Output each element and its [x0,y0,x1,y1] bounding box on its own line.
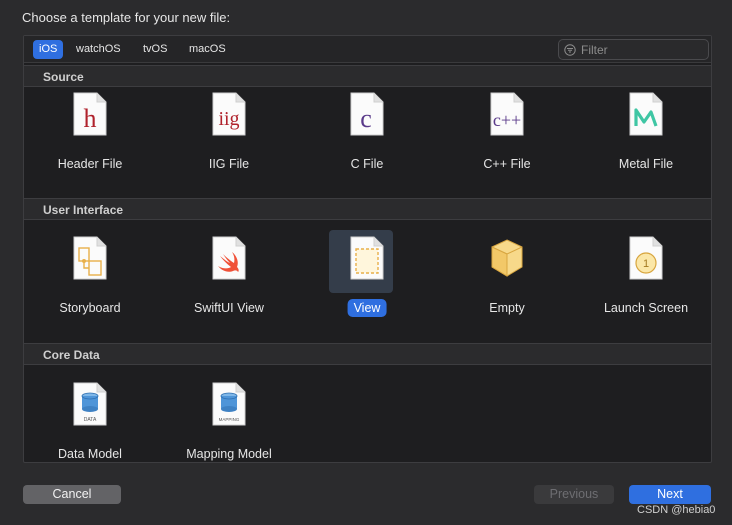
xib-view-icon [350,236,384,280]
template-label: Mapping Model [186,447,272,461]
dialog-title: Choose a template for your new file: [22,10,231,25]
header-file-icon: h [73,92,107,136]
cancel-button[interactable]: Cancel [23,485,121,504]
template-label: Header File [57,157,123,171]
storyboard-icon [73,236,107,280]
template-storyboard[interactable]: Storyboard [25,236,155,351]
template-mapping-model[interactable]: MAPPING Mapping Model [164,382,294,462]
template-data-model[interactable]: DATA Data Model [25,382,155,462]
template-iig-file[interactable]: iig IIG File [164,92,294,207]
launch-screen-icon: 1 [629,236,663,280]
section-header-source: Source [24,65,711,87]
template-label: Empty [489,301,525,315]
svg-text:DATA: DATA [84,417,97,423]
iig-file-icon: iig [212,92,246,136]
svg-text:c++: c++ [493,110,521,130]
svg-text:1: 1 [643,258,649,270]
next-button[interactable]: Next [629,485,711,504]
filter-icon [564,44,576,56]
template-launch-screen[interactable]: 1 Launch Screen [581,236,711,351]
template-label: SwiftUI View [194,301,264,315]
data-model-icon: DATA [73,382,107,426]
template-label: IIG File [208,157,250,171]
template-swiftui-view[interactable]: SwiftUI View [164,236,294,351]
template-label: Metal File [618,157,674,171]
section-header-core-data: Core Data [24,343,711,365]
template-label: Launch Screen [603,301,689,315]
platform-toolbar: iOS watchOS tvOS macOS [24,36,711,63]
template-metal-file[interactable]: Metal File [581,92,711,207]
svg-text:MAPPING: MAPPING [219,417,240,422]
svg-text:iig: iig [218,108,239,130]
empty-box-icon [490,236,524,280]
c-file-icon: c [350,92,384,136]
template-c-file[interactable]: c C File [302,92,432,207]
swift-icon [212,236,246,280]
template-label: C File [350,157,384,171]
filter-field[interactable] [558,39,709,60]
svg-text:c: c [360,104,372,133]
previous-button[interactable]: Previous [534,485,614,504]
svg-text:h: h [84,104,97,133]
template-label: View [347,299,387,317]
cpp-file-icon: c++ [490,92,524,136]
template-view[interactable]: View [302,230,432,351]
template-label: C++ File [483,157,531,171]
tab-macos[interactable]: macOS [183,40,232,59]
template-label: Data Model [58,447,122,461]
watermark: CSDN @hebia0 [637,504,716,516]
template-header-file[interactable]: h Header File [25,92,155,207]
template-cpp-file[interactable]: c++ C++ File [442,92,572,207]
filter-input[interactable] [581,41,705,58]
mapping-model-icon: MAPPING [212,382,246,426]
tab-tvos[interactable]: tvOS [137,40,173,59]
tab-watchos[interactable]: watchOS [70,40,127,59]
tab-ios[interactable]: iOS [33,40,64,59]
template-empty[interactable]: Empty [442,236,572,351]
metal-file-icon [629,92,663,136]
template-label: Storyboard [59,301,121,315]
template-panel: iOS watchOS tvOS macOS Source h Header F… [23,35,712,463]
section-header-user-interface: User Interface [24,198,711,220]
